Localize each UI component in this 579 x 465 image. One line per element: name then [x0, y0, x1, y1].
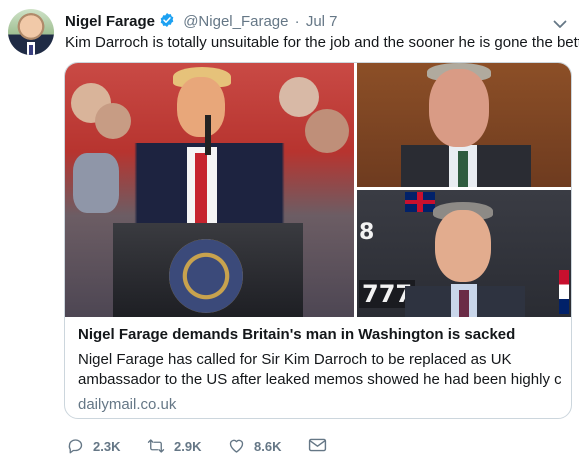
heart-icon	[229, 439, 244, 453]
author-handle[interactable]: @Nigel_Farage	[183, 13, 288, 30]
avatar[interactable]	[8, 9, 54, 55]
reply-icon	[68, 439, 83, 454]
header-separator: ·	[294, 13, 300, 30]
author-name[interactable]: Nigel Farage	[65, 13, 155, 30]
photo-speaker-podium	[65, 63, 354, 317]
avatar-tie	[29, 45, 33, 55]
verified-badge-icon	[159, 12, 175, 33]
card-body[interactable]: Nigel Farage demands Britain's man in Wa…	[78, 325, 561, 415]
like-button[interactable]: 8.6K	[227, 437, 281, 455]
photo-parliament: 8 777	[357, 190, 571, 317]
envelope-icon	[308, 438, 327, 452]
chevron-down-icon[interactable]	[553, 16, 567, 28]
retweet-count: 2.9K	[174, 438, 202, 454]
card-image[interactable]: 8 777	[65, 63, 571, 317]
tweet-date[interactable]: Jul 7	[306, 13, 338, 30]
card-title[interactable]: Nigel Farage demands Britain's man in Wa…	[78, 325, 561, 345]
tweet-text: Kim Darroch is totally unsuitable for th…	[65, 34, 579, 51]
link-card[interactable]: 8 777 Nigel Farage demands Britain's man…	[64, 62, 572, 419]
card-domain[interactable]: dailymail.co.uk	[78, 395, 561, 415]
card-description-line: ambassador to the US after leaked memos …	[78, 371, 561, 388]
direct-message-button[interactable]	[308, 437, 335, 453]
reply-button[interactable]: 2.3K	[66, 437, 120, 455]
photo-ambassador	[357, 63, 571, 187]
seat-number-top: 8	[359, 220, 375, 245]
card-description: Nigel Farage has called for Sir Kim Darr…	[78, 350, 561, 390]
union-jack-flag	[405, 192, 435, 212]
retweet-button[interactable]: 2.9K	[146, 437, 201, 455]
retweet-icon	[147, 439, 165, 453]
card-description-line: Nigel Farage has called for Sir Kim Darr…	[78, 351, 512, 368]
tweet-header: Nigel Farage @Nigel_Farage · Jul 7	[65, 12, 338, 33]
reply-count: 2.3K	[93, 438, 121, 454]
presidential-seal	[169, 239, 243, 313]
like-count: 8.6K	[254, 438, 282, 454]
